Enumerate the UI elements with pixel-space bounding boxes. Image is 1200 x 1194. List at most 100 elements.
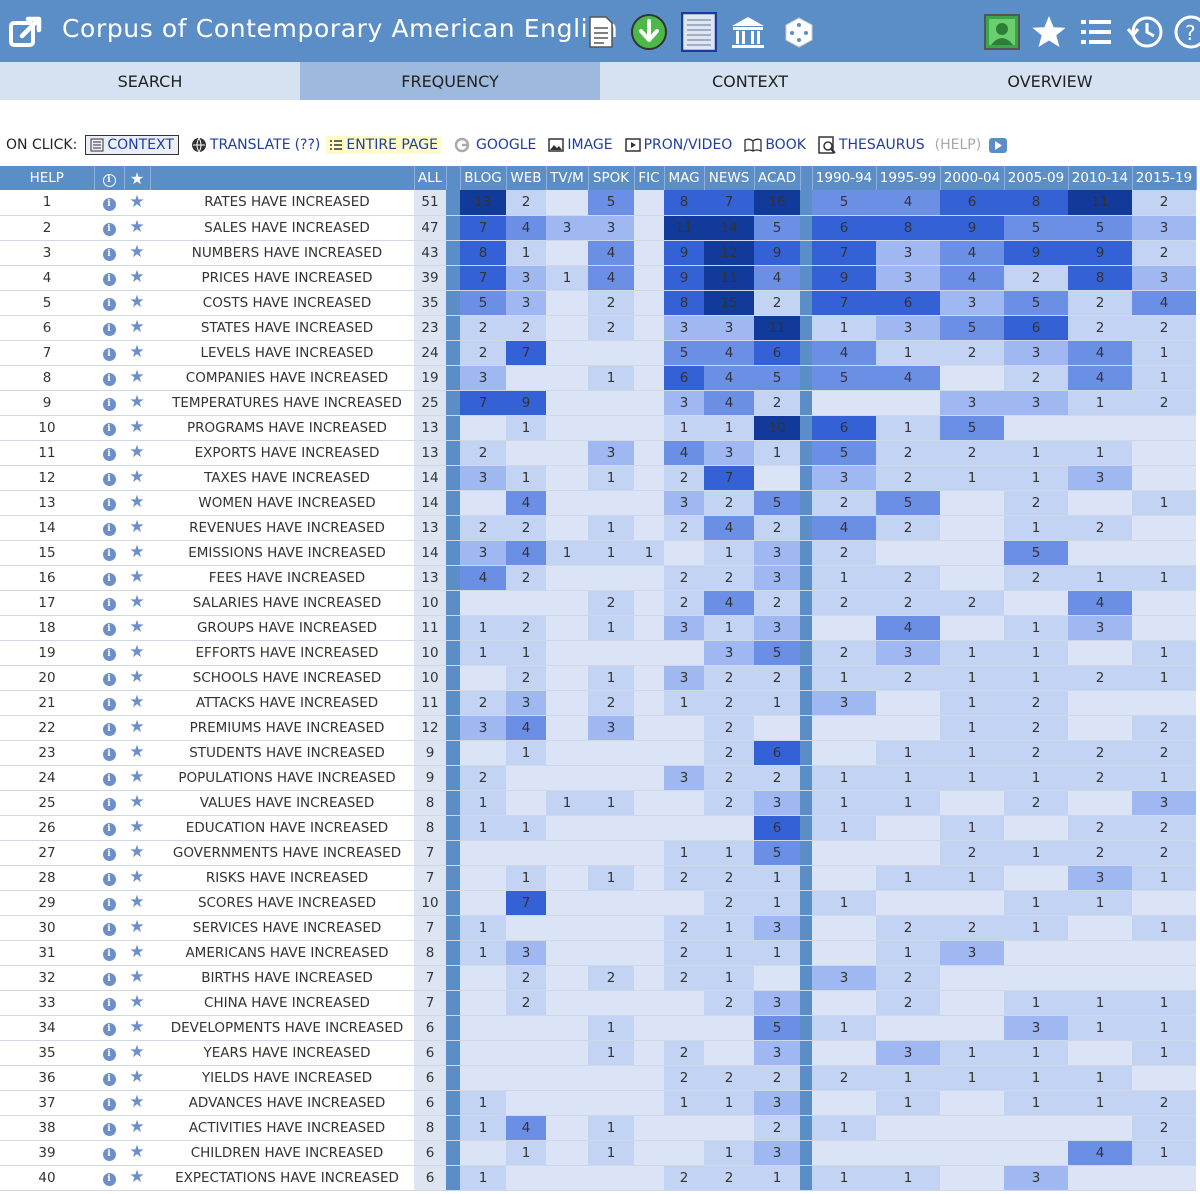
info-cell[interactable]: i	[94, 1140, 124, 1166]
genre-header[interactable]: TV/M	[546, 166, 589, 190]
genre-count-cell[interactable]	[664, 1115, 704, 1141]
genre-count-cell[interactable]: 16	[754, 190, 800, 216]
phrase-link[interactable]: TAXES HAVE INCREASED	[150, 465, 414, 491]
genre-count-cell[interactable]: 2	[664, 965, 704, 991]
genre-count-cell[interactable]	[506, 440, 546, 466]
genre-count-cell[interactable]: 4	[588, 265, 634, 291]
genre-count-cell[interactable]	[546, 690, 588, 716]
period-count-cell[interactable]: 6	[940, 190, 1004, 216]
genre-count-cell[interactable]	[588, 840, 634, 866]
entire-page-option[interactable]: ENTIRE PAGE	[326, 136, 441, 154]
genre-count-cell[interactable]: 2	[754, 1115, 800, 1141]
period-count-cell[interactable]	[1132, 965, 1196, 991]
genre-count-cell[interactable]: 13	[460, 190, 506, 216]
genre-count-cell[interactable]: 1	[460, 615, 506, 641]
genre-count-cell[interactable]: 4	[460, 565, 506, 591]
star-cell[interactable]: ★	[124, 665, 150, 691]
genre-count-cell[interactable]	[546, 515, 588, 541]
genre-count-cell[interactable]: 3	[460, 715, 506, 741]
info-cell[interactable]: i	[94, 790, 124, 816]
genre-count-cell[interactable]: 2	[460, 440, 506, 466]
genre-count-cell[interactable]: 3	[506, 265, 546, 291]
genre-count-cell[interactable]: 1	[588, 515, 634, 541]
info-icon[interactable]: i	[102, 548, 116, 561]
genre-count-cell[interactable]: 5	[754, 1015, 800, 1041]
genre-header[interactable]: BLOG	[460, 166, 507, 190]
star-icon[interactable]: ★	[129, 517, 144, 537]
period-count-cell[interactable]: 1	[876, 865, 940, 891]
genre-count-cell[interactable]	[634, 440, 664, 466]
period-count-cell[interactable]: 2	[1132, 1115, 1196, 1141]
genre-count-cell[interactable]	[546, 465, 588, 491]
period-count-cell[interactable]: 2	[940, 915, 1004, 941]
genre-count-cell[interactable]: 1	[546, 790, 588, 816]
genre-count-cell[interactable]: 4	[506, 1115, 546, 1141]
genre-count-cell[interactable]: 2	[704, 890, 754, 916]
period-count-cell[interactable]: 2	[876, 990, 940, 1016]
info-cell[interactable]: i	[94, 590, 124, 616]
all-count[interactable]: 47	[414, 215, 446, 241]
period-count-cell[interactable]: 1	[812, 815, 876, 841]
phrase-link[interactable]: EXPORTS HAVE INCREASED	[150, 440, 414, 466]
period-count-cell[interactable]: 1	[940, 465, 1004, 491]
genre-count-cell[interactable]: 2	[754, 665, 800, 691]
genre-count-cell[interactable]: 2	[704, 490, 754, 516]
all-count[interactable]: 9	[414, 765, 446, 791]
phrase-link[interactable]: STATES HAVE INCREASED	[150, 315, 414, 341]
phrase-link[interactable]: EMISSIONS HAVE INCREASED	[150, 540, 414, 566]
info-cell[interactable]: i	[94, 440, 124, 466]
period-count-cell[interactable]	[940, 515, 1004, 541]
period-count-cell[interactable]: 1	[1132, 565, 1196, 591]
all-count[interactable]: 7	[414, 965, 446, 991]
genre-count-cell[interactable]: 5	[754, 840, 800, 866]
genre-count-cell[interactable]	[634, 790, 664, 816]
genre-count-cell[interactable]: 3	[588, 715, 634, 741]
genre-count-cell[interactable]: 7	[460, 265, 506, 291]
genre-count-cell[interactable]	[546, 740, 588, 766]
period-count-cell[interactable]: 8	[1068, 265, 1132, 291]
period-count-cell[interactable]: 9	[1068, 240, 1132, 266]
star-icon[interactable]: ★	[129, 992, 144, 1012]
genre-count-cell[interactable]	[664, 640, 704, 666]
genre-count-cell[interactable]	[588, 740, 634, 766]
all-count[interactable]: 6	[414, 1040, 446, 1066]
genre-count-cell[interactable]	[588, 990, 634, 1016]
phrase-link[interactable]: COMPANIES HAVE INCREASED	[150, 365, 414, 391]
genre-header[interactable]: FIC	[634, 166, 665, 190]
all-count[interactable]: 10	[414, 590, 446, 616]
genre-count-cell[interactable]: 8	[460, 240, 506, 266]
star-cell[interactable]: ★	[124, 840, 150, 866]
genre-count-cell[interactable]: 1	[460, 815, 506, 841]
period-count-cell[interactable]	[1068, 940, 1132, 966]
period-count-cell[interactable]: 2	[1068, 515, 1132, 541]
period-count-cell[interactable]: 5	[1004, 215, 1068, 241]
genre-count-cell[interactable]: 2	[506, 615, 546, 641]
period-count-cell[interactable]	[812, 915, 876, 941]
genre-count-cell[interactable]: 1	[588, 1115, 634, 1141]
star-cell[interactable]: ★	[124, 990, 150, 1016]
period-count-cell[interactable]	[812, 1040, 876, 1066]
star-cell[interactable]: ★	[124, 1040, 150, 1066]
period-count-cell[interactable]	[812, 390, 876, 416]
info-icon[interactable]: i	[102, 898, 116, 911]
info-cell[interactable]: i	[94, 740, 124, 766]
genre-count-cell[interactable]: 3	[704, 315, 754, 341]
genre-count-cell[interactable]: 1	[704, 415, 754, 441]
period-count-cell[interactable]: 1	[1132, 1015, 1196, 1041]
genre-count-cell[interactable]: 6	[754, 740, 800, 766]
genre-count-cell[interactable]	[588, 1065, 634, 1091]
period-count-cell[interactable]	[1004, 865, 1068, 891]
period-count-cell[interactable]	[940, 565, 1004, 591]
period-count-cell[interactable]: 1	[812, 1165, 876, 1191]
period-count-cell[interactable]	[1068, 790, 1132, 816]
period-count-cell[interactable]: 3	[1068, 465, 1132, 491]
genre-count-cell[interactable]: 1	[460, 940, 506, 966]
info-cell[interactable]: i	[94, 215, 124, 241]
phrase-link[interactable]: REVENUES HAVE INCREASED	[150, 515, 414, 541]
genre-count-cell[interactable]: 1	[546, 265, 588, 291]
genre-count-cell[interactable]	[460, 1065, 506, 1091]
period-count-cell[interactable]: 1	[940, 640, 1004, 666]
period-count-cell[interactable]: 1	[876, 790, 940, 816]
genre-count-cell[interactable]: 3	[664, 765, 704, 791]
star-icon[interactable]: ★	[129, 1092, 144, 1112]
